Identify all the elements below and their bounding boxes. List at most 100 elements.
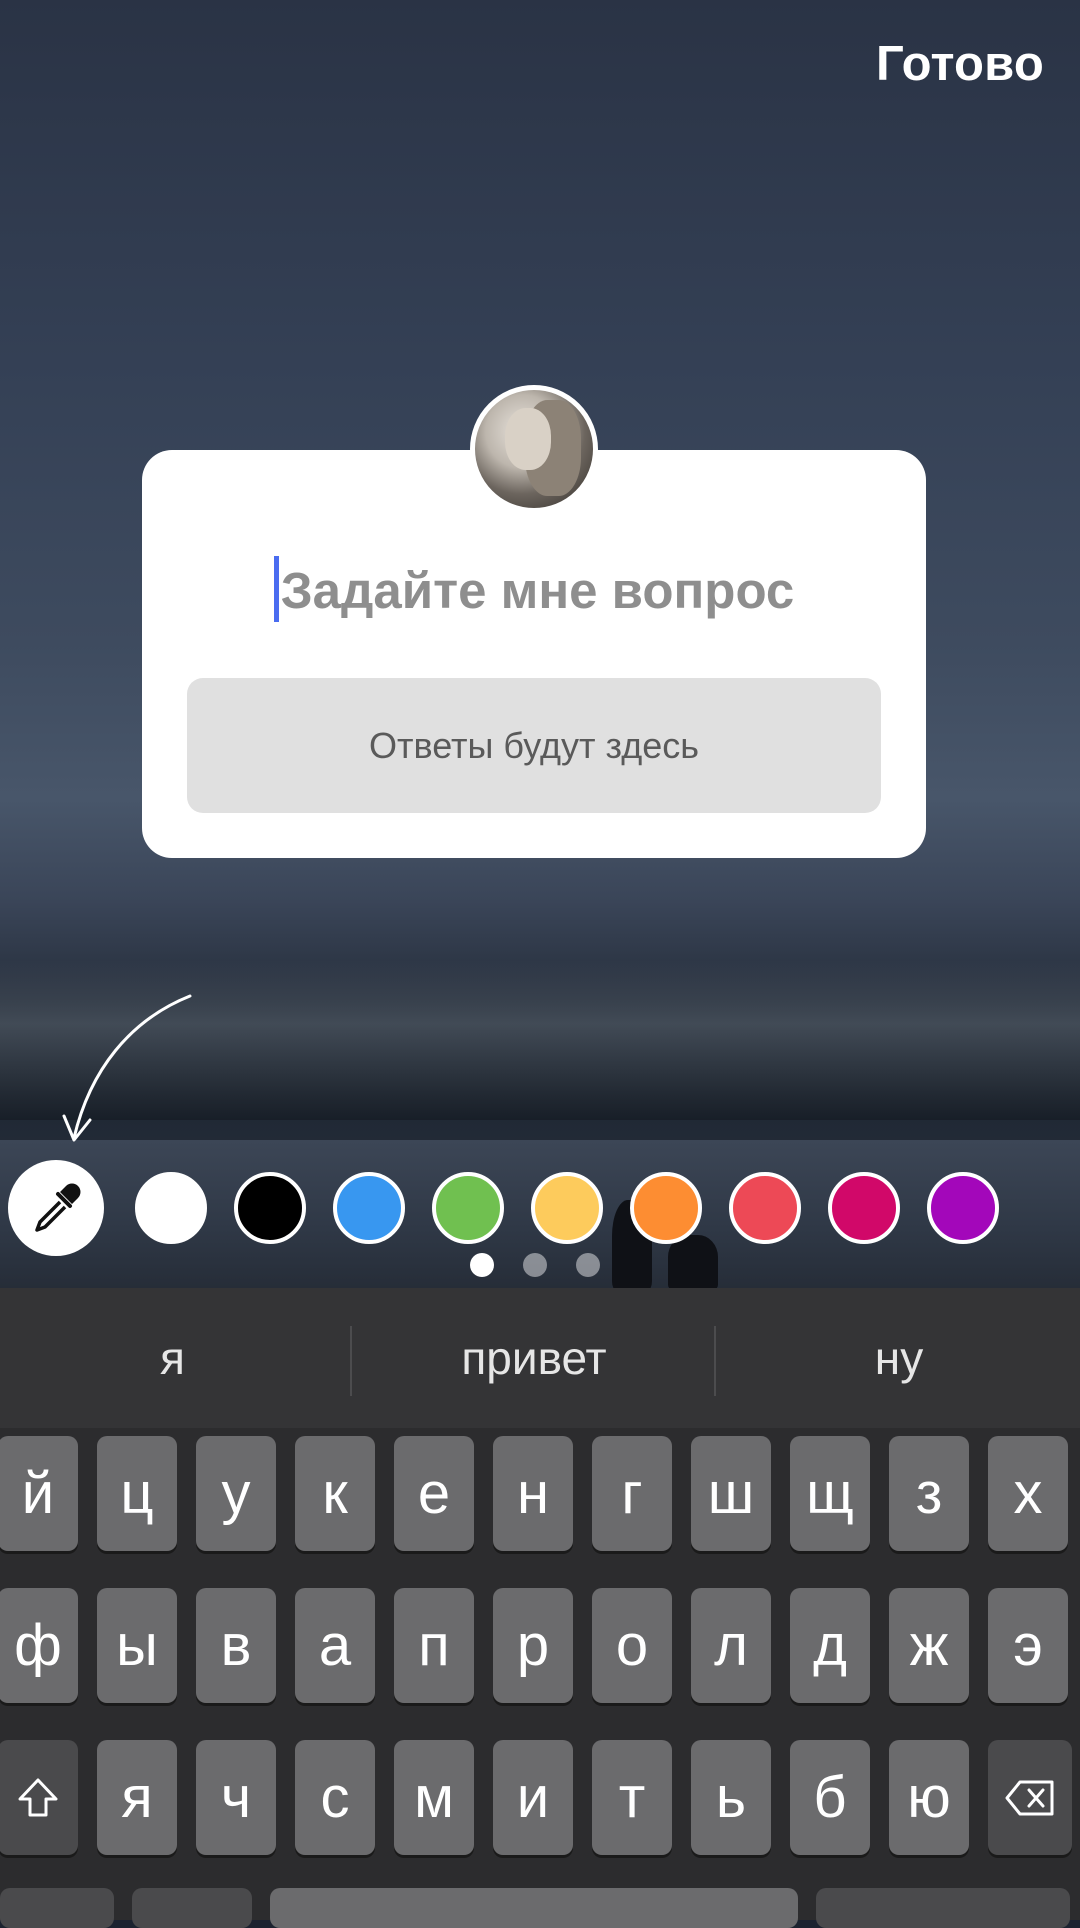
return-key[interactable] <box>816 1888 1070 1928</box>
key[interactable]: ч <box>196 1740 276 1855</box>
page-dot <box>523 1253 547 1277</box>
key-label: ш <box>707 1461 755 1526</box>
key[interactable]: х <box>988 1436 1068 1551</box>
key-label: х <box>1013 1461 1043 1526</box>
key-label: а <box>318 1613 352 1678</box>
backspace-icon <box>1005 1780 1054 1815</box>
color-swatch[interactable] <box>729 1172 801 1244</box>
suggestion-bar: я привет ну <box>0 1288 1080 1428</box>
page-dot <box>576 1253 600 1277</box>
done-button[interactable]: Готово <box>876 36 1044 92</box>
color-swatch[interactable] <box>333 1172 405 1244</box>
key[interactable]: я <box>97 1740 177 1855</box>
suggestion-item[interactable]: ну <box>718 1288 1080 1428</box>
key-label: ч <box>220 1765 252 1830</box>
key[interactable]: т <box>592 1740 672 1855</box>
color-swatch[interactable] <box>927 1172 999 1244</box>
key[interactable]: б <box>790 1740 870 1855</box>
key[interactable]: ы <box>97 1588 177 1703</box>
color-palette <box>0 1160 1080 1260</box>
keyboard: я привет ну йц у к ен гшщз х фыв а п ролджэ я ч сми т… <box>0 1288 1080 1928</box>
key[interactable]: ь <box>691 1740 771 1855</box>
key[interactable]: а <box>295 1588 375 1703</box>
key[interactable]: ю <box>889 1740 969 1855</box>
color-swatch[interactable] <box>234 1172 306 1244</box>
key-label: з <box>915 1461 943 1526</box>
key-label: к <box>322 1461 348 1526</box>
hint-arrow <box>62 994 192 1142</box>
numbers-key[interactable] <box>0 1888 114 1928</box>
color-swatch[interactable] <box>828 1172 900 1244</box>
key[interactable]: м <box>394 1740 474 1855</box>
key-label: о <box>615 1613 649 1678</box>
color-swatch[interactable] <box>531 1172 603 1244</box>
key[interactable]: ш <box>691 1436 771 1551</box>
key-label: и <box>516 1765 550 1830</box>
key[interactable]: л <box>691 1588 771 1703</box>
key[interactable]: ц <box>97 1436 177 1551</box>
key[interactable]: у <box>196 1436 276 1551</box>
question-placeholder: Задайте мне вопрос <box>280 562 795 619</box>
key[interactable]: с <box>295 1740 375 1855</box>
key-label: ь <box>715 1765 747 1830</box>
key-label: щ <box>806 1461 854 1526</box>
eyedropper-icon <box>35 1183 81 1232</box>
key-label: т <box>618 1765 646 1830</box>
key[interactable]: о <box>592 1588 672 1703</box>
key-label: ж <box>909 1613 949 1678</box>
key-label: б <box>813 1765 847 1830</box>
key-label: у <box>221 1461 251 1526</box>
key[interactable]: к <box>295 1436 375 1551</box>
key-label: э <box>1013 1613 1043 1678</box>
avatar <box>470 385 598 513</box>
key[interactable]: й <box>0 1436 78 1551</box>
shift-key[interactable] <box>0 1740 78 1855</box>
key[interactable]: з <box>889 1436 969 1551</box>
space-key[interactable] <box>270 1888 798 1928</box>
eyedropper-button[interactable] <box>8 1160 104 1256</box>
key-label: в <box>220 1613 252 1678</box>
key[interactable]: э <box>988 1588 1068 1703</box>
page-dot <box>470 1253 494 1277</box>
key-label: е <box>417 1461 451 1526</box>
suggestion-divider <box>350 1326 352 1396</box>
key[interactable]: и <box>493 1740 573 1855</box>
key[interactable]: н <box>493 1436 573 1551</box>
shift-icon <box>18 1778 58 1816</box>
key[interactable]: п <box>394 1588 474 1703</box>
backspace-key[interactable] <box>988 1740 1072 1855</box>
answers-box: Ответы будут здесь <box>187 678 881 813</box>
key-label: м <box>414 1765 454 1830</box>
question-input[interactable]: Задайте мне вопрос <box>142 556 926 622</box>
globe-key[interactable] <box>132 1888 252 1928</box>
key[interactable]: р <box>493 1588 573 1703</box>
suggestion-item[interactable]: я <box>0 1288 345 1428</box>
key[interactable]: ф <box>0 1588 78 1703</box>
key-label: п <box>418 1613 450 1678</box>
palette-page-indicator <box>0 1253 1080 1277</box>
avatar-face <box>505 408 551 470</box>
key[interactable]: ж <box>889 1588 969 1703</box>
answers-label: Ответы будут здесь <box>368 724 700 766</box>
suggestion-divider <box>714 1326 716 1396</box>
key-label: я <box>121 1765 153 1830</box>
key[interactable]: д <box>790 1588 870 1703</box>
text-caret <box>273 556 279 622</box>
key-label: д <box>813 1613 847 1678</box>
key-label: й <box>21 1461 55 1526</box>
key[interactable]: г <box>592 1436 672 1551</box>
key-label: с <box>320 1765 350 1830</box>
key-label: л <box>714 1613 748 1678</box>
key[interactable]: щ <box>790 1436 870 1551</box>
color-swatch[interactable] <box>630 1172 702 1244</box>
color-swatch[interactable] <box>135 1172 207 1244</box>
suggestion-item[interactable]: привет <box>354 1288 714 1428</box>
key-label: н <box>516 1461 550 1526</box>
key[interactable]: в <box>196 1588 276 1703</box>
key-label: ф <box>14 1613 62 1678</box>
key[interactable]: е <box>394 1436 474 1551</box>
key-label: ю <box>907 1765 951 1830</box>
key-label: р <box>516 1613 550 1678</box>
color-swatch[interactable] <box>432 1172 504 1244</box>
key-label: г <box>621 1461 643 1526</box>
